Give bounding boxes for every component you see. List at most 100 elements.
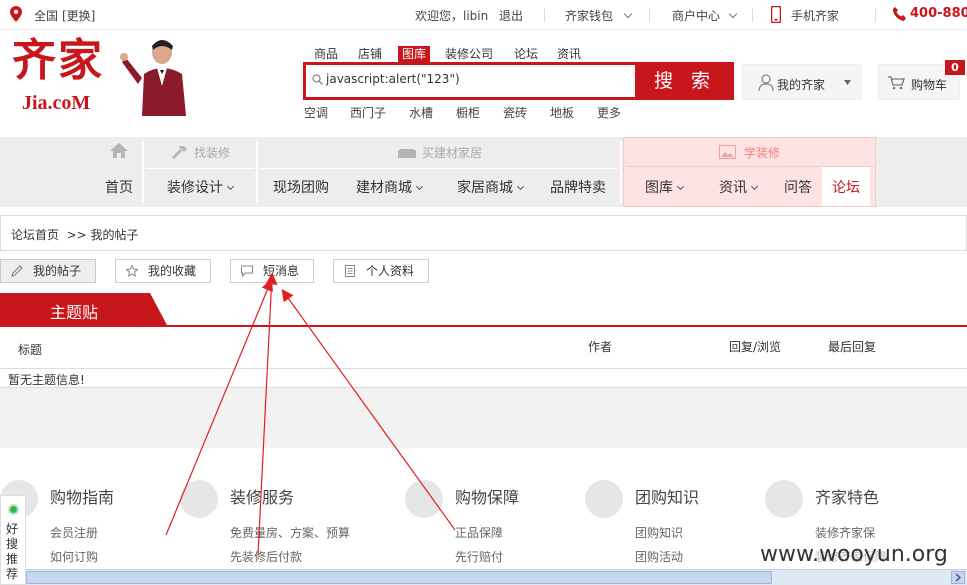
nav-brand-sale[interactable]: 品牌特卖 (550, 177, 606, 197)
hotword-more-link[interactable]: 更多 (597, 104, 621, 121)
footer-title: 团购知识 (635, 488, 700, 507)
chevron-down-icon (750, 182, 759, 191)
chevron-right-icon (955, 573, 962, 582)
breadcrumb-text[interactable]: 论坛首页 >> 我的帖子 (11, 226, 139, 243)
chevron-down-icon (516, 182, 525, 191)
logo[interactable]: 齐家 (12, 36, 104, 86)
nav-gallery[interactable]: 图库 (645, 177, 685, 197)
location-pin-icon (10, 6, 22, 22)
section-tab (0, 293, 168, 327)
footer-link[interactable]: 免费量房、方案、预算 (230, 524, 350, 541)
status-dot-icon (8, 504, 19, 515)
tab-favorites[interactable]: 我的收藏 (115, 259, 211, 283)
side-recommend-widget[interactable]: 好搜推荐 (0, 495, 26, 585)
nav-heading-find: 找装修 (194, 146, 231, 160)
hammer-icon (172, 146, 187, 159)
hotword-link[interactable]: 西门子 (350, 104, 386, 121)
section-divider (0, 325, 967, 327)
mobile-phone-icon (771, 6, 781, 23)
nav-qa[interactable]: 问答 (784, 177, 812, 197)
hotword-link[interactable]: 空调 (304, 104, 328, 121)
search-tab-gallery[interactable]: 图库 (398, 46, 431, 62)
my-jia-menu[interactable]: 我的齐家 (742, 64, 862, 100)
footer-link[interactable]: 会员注册 (50, 524, 98, 541)
change-location-link[interactable]: [更换] (62, 7, 95, 24)
hotline-number: 400-880- (910, 6, 967, 21)
scroll-right-button[interactable] (951, 571, 965, 584)
search-input[interactable] (326, 72, 626, 86)
my-jia-label: 我的齐家 (777, 78, 826, 92)
hotword-link[interactable]: 橱柜 (456, 104, 480, 121)
tab-messages[interactable]: 短消息 (230, 259, 314, 283)
watermark: www.wooyun.org (760, 542, 948, 567)
section-title: 主题贴 (50, 303, 99, 322)
column-replies-views: 回复/浏览 (729, 340, 782, 354)
top-bar: 全国 [更换] 欢迎您，libin 退出 齐家钱包 商户中心 手机齐家 400-… (0, 0, 967, 30)
search-tab-companies[interactable]: 装修公司 (441, 46, 497, 62)
wallet-link[interactable]: 齐家钱包 (565, 7, 613, 24)
hotword-link[interactable]: 水槽 (409, 104, 433, 121)
tab-my-posts[interactable]: 我的帖子 (0, 259, 96, 283)
footer-link[interactable]: 团购知识 (635, 524, 683, 541)
search-tab-goods[interactable]: 商品 (310, 46, 342, 62)
chevron-down-icon (415, 182, 424, 191)
search-tab-shops[interactable]: 店铺 (354, 46, 386, 62)
tools-icon (180, 480, 218, 518)
search-button[interactable]: 搜 索 (636, 62, 734, 100)
nav-home-mall[interactable]: 家居商城 (457, 177, 525, 197)
shield-icon (405, 480, 443, 518)
search-tab-news[interactable]: 资讯 (553, 46, 585, 62)
hotword-link[interactable]: 地板 (550, 104, 574, 121)
footer-link[interactable]: 先装修后付款 (230, 548, 302, 565)
footer-title: 齐家特色 (815, 488, 880, 507)
breadcrumb: 论坛首页 >> 我的帖子 (0, 215, 967, 251)
nav-group-buy[interactable]: 现场团购 (273, 177, 329, 197)
footer-link[interactable]: 正品保障 (455, 524, 503, 541)
nav-forum[interactable]: 论坛 (832, 177, 860, 197)
column-last-reply: 最后回复 (828, 340, 877, 354)
group-buy-icon (585, 480, 623, 518)
nav-news[interactable]: 资讯 (719, 177, 759, 197)
merchant-center-link[interactable]: 商户中心 (672, 7, 720, 24)
side-widget-label: 好搜推荐 (6, 522, 19, 581)
location-text: 全国 (34, 9, 59, 23)
phone-icon (893, 7, 906, 21)
caret-down-icon (844, 80, 851, 85)
message-icon (241, 265, 253, 277)
footer-title: 装修服务 (230, 488, 295, 507)
sofa-icon (398, 149, 416, 158)
scrollbar-thumb[interactable] (26, 571, 772, 584)
nav-design[interactable]: 装修设计 (167, 177, 235, 197)
search-tab-forum[interactable]: 论坛 (510, 46, 542, 62)
hotword-link[interactable]: 瓷砖 (503, 104, 527, 121)
logout-link[interactable]: 退出 (499, 7, 523, 24)
footer-title: 购物保障 (455, 488, 520, 507)
table-row: 暂无主题信息! (0, 368, 967, 388)
chevron-down-icon (676, 182, 685, 191)
nav-heading-learn: 学装修 (744, 146, 781, 160)
horizontal-scrollbar[interactable] (26, 569, 967, 585)
nav-building-mall[interactable]: 建材商城 (356, 177, 424, 197)
cart-label: 购物车 (911, 78, 948, 92)
welcome-text: 欢迎您，libin (415, 9, 489, 23)
picture-icon (719, 145, 736, 159)
star-badge-icon (765, 480, 803, 518)
empty-message: 暂无主题信息! (8, 373, 85, 387)
search-icon (312, 74, 323, 85)
logo-subtext: Jia.coM (22, 92, 91, 114)
column-title: 标题 (18, 343, 43, 357)
footer-link[interactable]: 如何订购 (50, 548, 98, 565)
chevron-down-icon (623, 9, 633, 19)
nav-heading-buy: 买建材家居 (422, 146, 483, 160)
cart-icon (888, 76, 905, 90)
spokesperson-image (120, 40, 186, 116)
cart-count-badge: 0 (945, 60, 965, 75)
footer-link[interactable]: 团购活动 (635, 548, 683, 565)
footer-link[interactable]: 先行赔付 (455, 548, 503, 565)
mobile-app-link[interactable]: 手机齐家 (791, 7, 839, 24)
tab-profile[interactable]: 个人资料 (333, 259, 429, 283)
user-icon (758, 74, 774, 91)
footer-link[interactable]: 装修齐家保 (815, 524, 875, 541)
nav-home[interactable]: 首页 (105, 177, 133, 197)
spacer-band (0, 388, 967, 448)
